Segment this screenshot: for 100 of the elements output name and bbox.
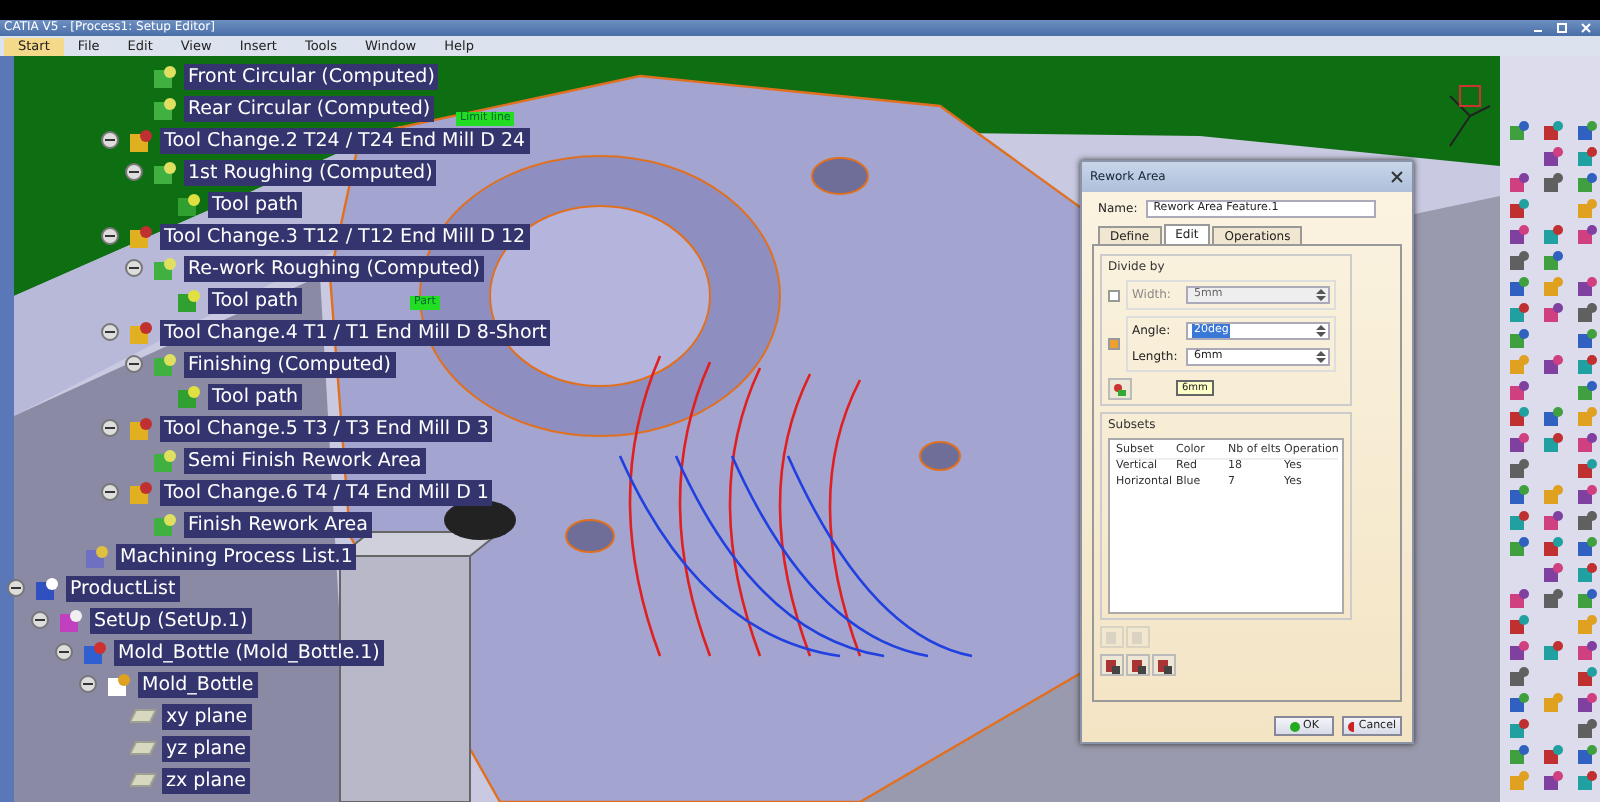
- toolbar-tool-icon[interactable]: [1542, 770, 1564, 792]
- tree-item[interactable]: Tool Change.3 T12 / T12 End Mill D 12: [160, 223, 530, 249]
- toolbar-tool-icon[interactable]: [1576, 146, 1598, 168]
- toolbar-tool-icon[interactable]: [1508, 198, 1530, 220]
- tree-item[interactable]: Semi Finish Rework Area: [184, 447, 426, 473]
- toolbar-tool-icon[interactable]: [1542, 250, 1564, 272]
- toolbar-tool-icon[interactable]: [1542, 588, 1564, 610]
- subset-tool-button[interactable]: [1152, 654, 1176, 676]
- subset-tool-button[interactable]: [1100, 654, 1124, 676]
- tree-item[interactable]: Machining Process List.1: [116, 543, 357, 569]
- toolbar-tool-icon[interactable]: [1576, 666, 1598, 688]
- toolbar-tool-icon[interactable]: [1542, 354, 1564, 376]
- spinner-arrows-icon[interactable]: [1314, 324, 1328, 338]
- tree-item[interactable]: Tool Change.4 T1 / T1 End Mill D 8-Short: [160, 319, 551, 345]
- toolbar-tool-icon[interactable]: [1508, 640, 1530, 662]
- tree-item[interactable]: Mold_Bottle (Mold_Bottle.1): [114, 639, 384, 665]
- tree-item[interactable]: Tool path: [208, 287, 303, 313]
- toolbar-tool-icon[interactable]: [1542, 406, 1564, 428]
- toolbar-tool-icon[interactable]: [1508, 172, 1530, 194]
- tree-item[interactable]: zx plane: [162, 767, 250, 793]
- toolbar-tool-icon[interactable]: [1576, 692, 1598, 714]
- tree-item[interactable]: 1st Roughing (Computed): [184, 159, 437, 185]
- toolbar-tool-icon[interactable]: [1508, 406, 1530, 428]
- checkbox[interactable]: [1108, 338, 1120, 350]
- collapse-toggle-icon[interactable]: [54, 642, 74, 662]
- toolbar-tool-icon[interactable]: [1508, 120, 1530, 142]
- toolbar-tool-icon[interactable]: [1542, 510, 1564, 532]
- toolbar-tool-icon[interactable]: [1576, 588, 1598, 610]
- toolbar-tool-icon[interactable]: [1508, 536, 1530, 558]
- tree-item[interactable]: Tool Change.6 T4 / T4 End Mill D 1: [160, 479, 493, 505]
- collapse-toggle-icon[interactable]: [100, 482, 120, 502]
- display-button[interactable]: [1108, 378, 1132, 400]
- toolbar-tool-icon[interactable]: [1576, 120, 1598, 142]
- checkbox[interactable]: [1108, 289, 1120, 301]
- toolbar-tool-icon[interactable]: [1542, 536, 1564, 558]
- toolbar-tool-icon[interactable]: [1508, 458, 1530, 480]
- toolbar-tool-icon[interactable]: [1576, 172, 1598, 194]
- toolbar-tool-icon[interactable]: [1576, 770, 1598, 792]
- tree-item[interactable]: Tool Change.2 T24 / T24 End Mill D 24: [160, 127, 530, 153]
- toolbar-tool-icon[interactable]: [1542, 432, 1564, 454]
- toolbar-tool-icon[interactable]: [1508, 744, 1530, 766]
- toolbar-tool-icon[interactable]: [1542, 302, 1564, 324]
- toolbar-tool-icon[interactable]: [1542, 146, 1564, 168]
- tree-item[interactable]: SetUp (SetUp.1): [90, 607, 252, 633]
- tree-item[interactable]: Finishing (Computed): [184, 351, 396, 377]
- toolbar-tool-icon[interactable]: [1542, 744, 1564, 766]
- toolbar-tool-icon[interactable]: [1576, 302, 1598, 324]
- tree-item[interactable]: Re-work Roughing (Computed): [184, 255, 484, 281]
- toolbar-tool-icon[interactable]: [1508, 510, 1530, 532]
- toolbar-tool-icon[interactable]: [1576, 458, 1598, 480]
- tree-item[interactable]: Front Circular (Computed): [184, 63, 439, 89]
- tree-item[interactable]: Tool Change.5 T3 / T3 End Mill D 3: [160, 415, 493, 441]
- tree-item[interactable]: ProductList: [66, 575, 180, 601]
- toolbar-tool-icon[interactable]: [1508, 380, 1530, 402]
- toolbar-tool-icon[interactable]: [1576, 354, 1598, 376]
- toolbar-tool-icon[interactable]: [1508, 666, 1530, 688]
- toolbar-tool-icon[interactable]: [1508, 250, 1530, 272]
- collapse-toggle-icon[interactable]: [30, 610, 50, 630]
- toolbar-tool-icon[interactable]: [1576, 224, 1598, 246]
- spinner-arrows-icon[interactable]: [1314, 350, 1328, 364]
- collapse-toggle-icon[interactable]: [78, 674, 98, 694]
- collapse-toggle-icon[interactable]: [100, 418, 120, 438]
- toolbar-tool-icon[interactable]: [1576, 562, 1598, 584]
- collapse-toggle-icon[interactable]: [6, 578, 26, 598]
- collapse-toggle-icon[interactable]: [124, 354, 144, 374]
- tree-item[interactable]: Tool path: [208, 383, 303, 409]
- toolbar-tool-icon[interactable]: [1508, 302, 1530, 324]
- spinner-arrows-icon[interactable]: [1314, 288, 1328, 302]
- collapse-toggle-icon[interactable]: [100, 322, 120, 342]
- toolbar-tool-icon[interactable]: [1576, 510, 1598, 532]
- collapse-toggle-icon[interactable]: [100, 226, 120, 246]
- toolbar-tool-icon[interactable]: [1508, 718, 1530, 740]
- toolbar-tool-icon[interactable]: [1576, 328, 1598, 350]
- collapse-toggle-icon[interactable]: [124, 258, 144, 278]
- toolbar-tool-icon[interactable]: [1542, 562, 1564, 584]
- toolbar-tool-icon[interactable]: [1576, 432, 1598, 454]
- toolbar-tool-icon[interactable]: [1542, 224, 1564, 246]
- toolbar-tool-icon[interactable]: [1508, 614, 1530, 636]
- toolbar-tool-icon[interactable]: [1576, 718, 1598, 740]
- toolbar-tool-icon[interactable]: [1576, 484, 1598, 506]
- tree-item[interactable]: xy plane: [162, 703, 252, 729]
- tree-item[interactable]: yz plane: [162, 735, 250, 761]
- maximize-icon[interactable]: [1556, 22, 1568, 34]
- toolbar-tool-icon[interactable]: [1576, 744, 1598, 766]
- toolbar-tool-icon[interactable]: [1508, 328, 1530, 350]
- toolbar-tool-icon[interactable]: [1542, 120, 1564, 142]
- collapse-toggle-icon[interactable]: [124, 162, 144, 182]
- tree-item[interactable]: Finish Rework Area: [184, 511, 372, 537]
- toolbar-tool-icon[interactable]: [1576, 380, 1598, 402]
- toolbar-tool-icon[interactable]: [1508, 224, 1530, 246]
- toolbar-tool-icon[interactable]: [1576, 640, 1598, 662]
- close-icon[interactable]: [1390, 170, 1404, 184]
- collapse-toggle-icon[interactable]: [100, 130, 120, 150]
- toolbar-tool-icon[interactable]: [1576, 536, 1598, 558]
- tree-item[interactable]: Mold_Bottle: [138, 671, 258, 697]
- toolbar-tool-icon[interactable]: [1508, 692, 1530, 714]
- toolbar-tool-icon[interactable]: [1508, 484, 1530, 506]
- tree-item[interactable]: Rear Circular (Computed): [184, 95, 435, 121]
- tree-item[interactable]: Tool path: [208, 191, 303, 217]
- toolbar-tool-icon[interactable]: [1542, 640, 1564, 662]
